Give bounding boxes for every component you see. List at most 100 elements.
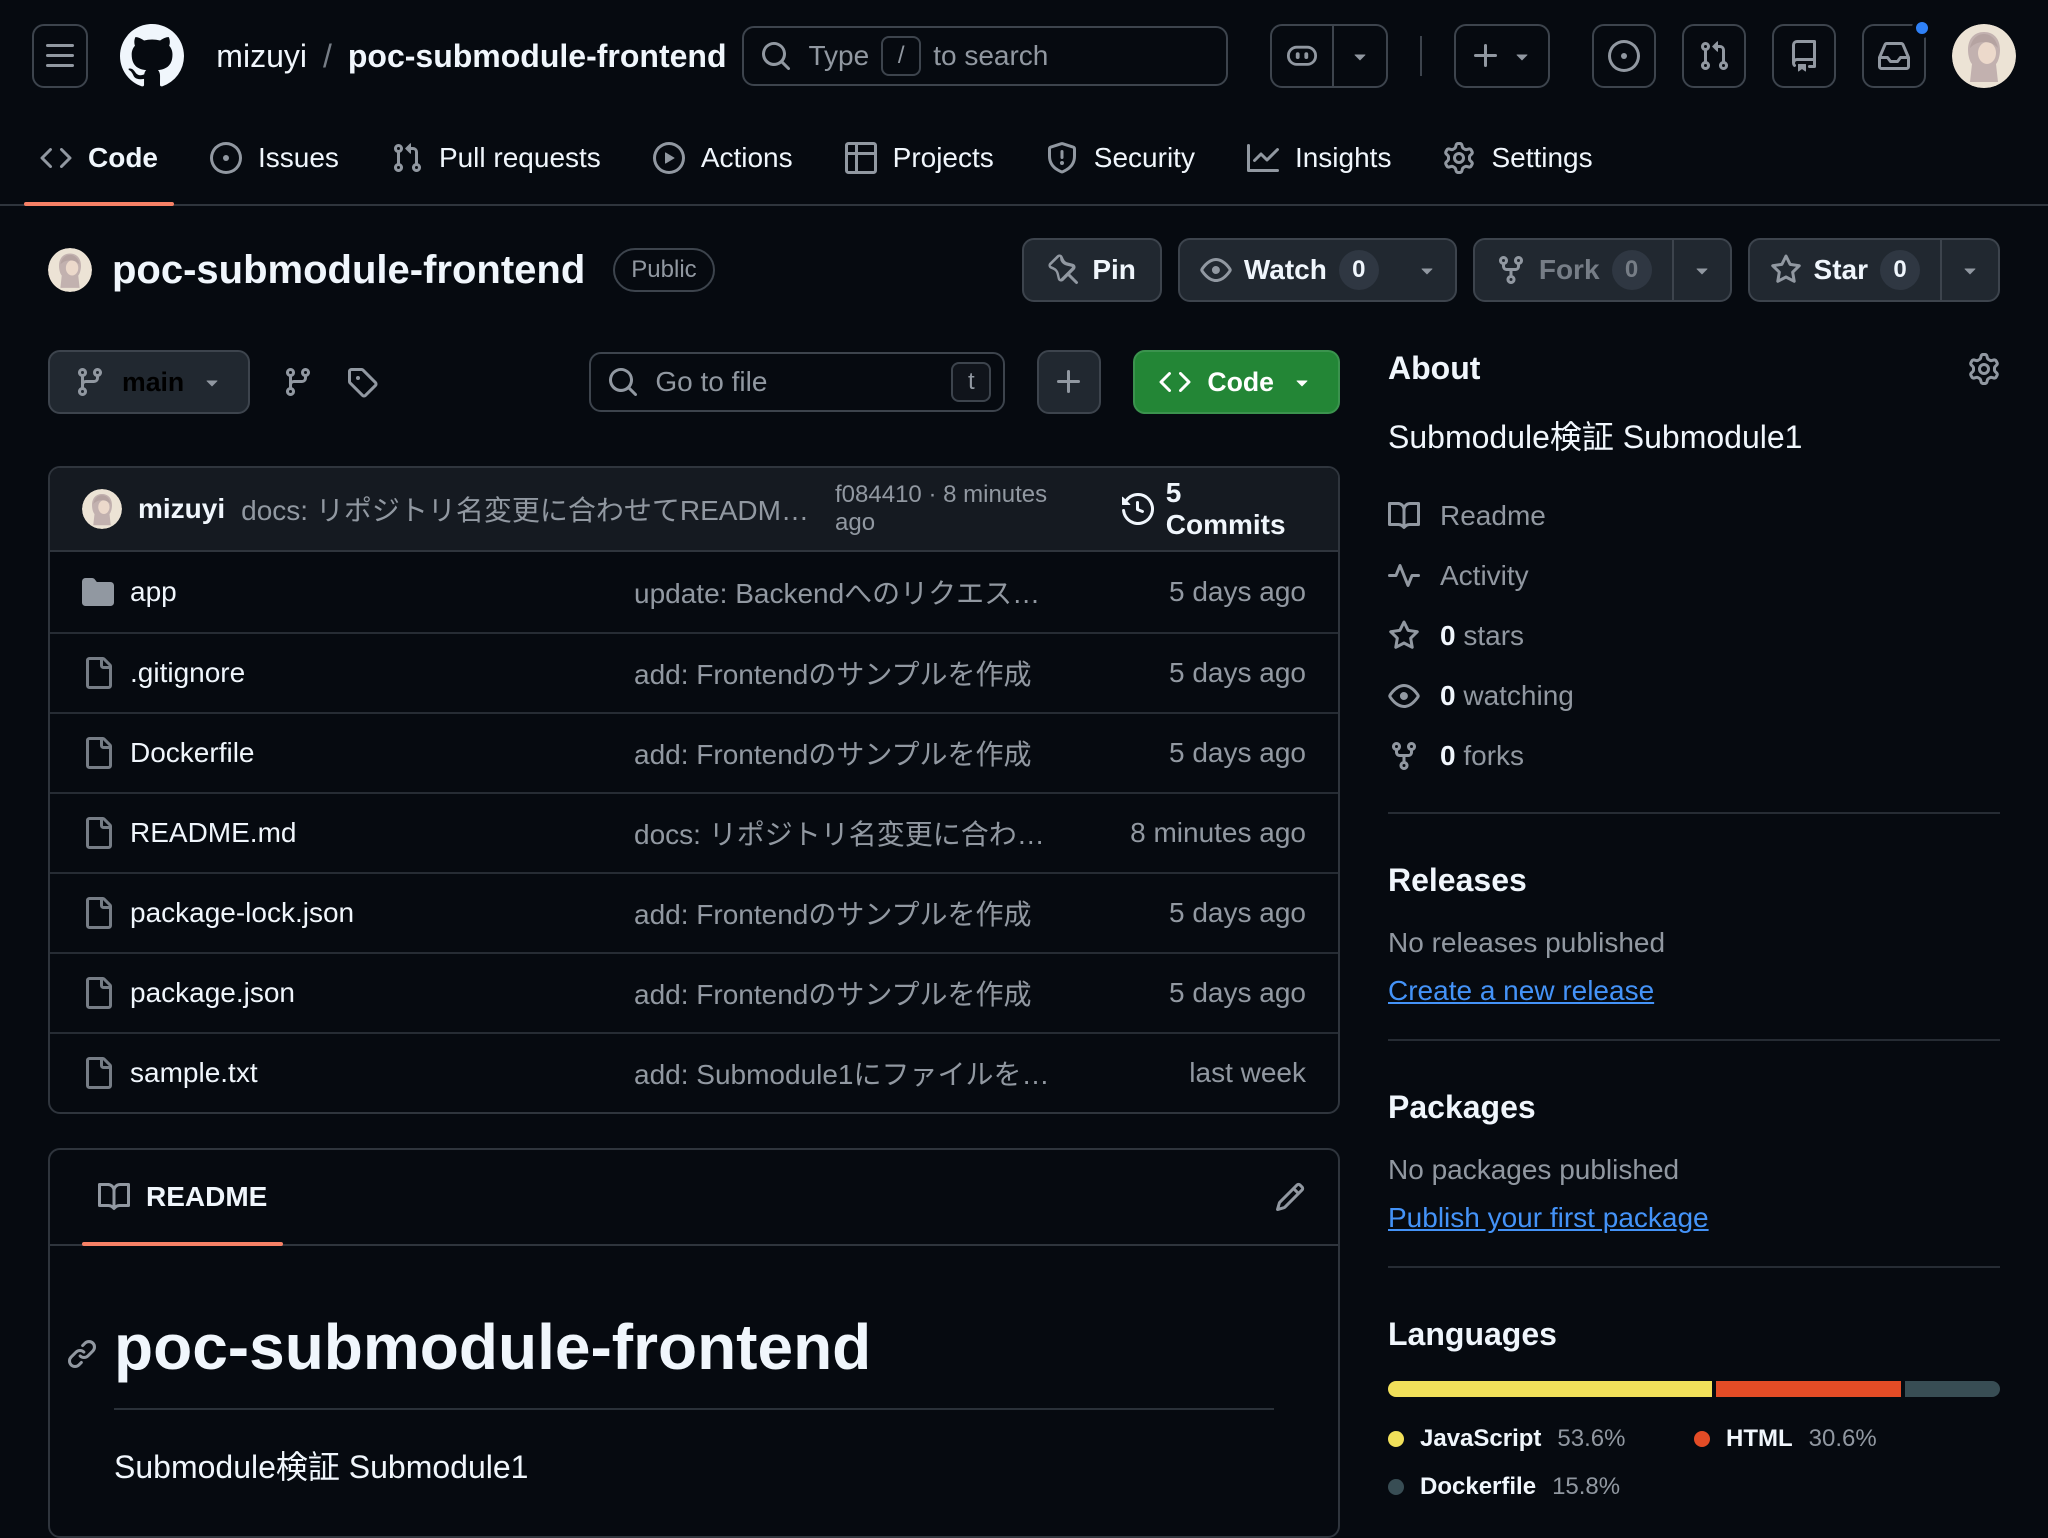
issues-global-button[interactable] bbox=[1592, 24, 1656, 88]
tab-issues[interactable]: Issues bbox=[194, 112, 355, 204]
readme-tab[interactable]: README bbox=[82, 1150, 283, 1244]
book-icon bbox=[98, 1181, 130, 1213]
stars-link[interactable]: 0 stars bbox=[1388, 612, 2000, 660]
file-row[interactable]: README.md docs: リポジトリ名変更に合わせて… 8 minutes… bbox=[50, 792, 1338, 872]
header-divider bbox=[1420, 36, 1422, 76]
create-new-segment[interactable] bbox=[1456, 26, 1548, 86]
repo-description: Submodule検証 Submodule1 bbox=[1388, 415, 2000, 460]
language-item-javascript[interactable]: JavaScript 53.6% bbox=[1388, 1425, 1694, 1453]
hamburger-menu-button[interactable] bbox=[32, 24, 88, 88]
global-search-input[interactable]: Type / to search bbox=[742, 26, 1228, 86]
publish-package-link[interactable]: Publish your first package bbox=[1388, 1202, 1709, 1234]
tab-settings[interactable]: Settings bbox=[1427, 112, 1608, 204]
repositories-global-button[interactable] bbox=[1772, 24, 1836, 88]
pin-icon bbox=[1048, 254, 1080, 286]
tab-projects[interactable]: Projects bbox=[829, 112, 1010, 204]
tab-pull-requests[interactable]: Pull requests bbox=[375, 112, 617, 204]
file-icon bbox=[82, 817, 114, 849]
file-commit-message-link[interactable]: update: Backendへのリクエストの… bbox=[634, 572, 1050, 612]
file-commit-message-link[interactable]: add: Submodule1にファイルを追加 bbox=[634, 1053, 1050, 1093]
commit-message-link[interactable]: docs: リポジトリ名変更に合わせてREADME… bbox=[241, 489, 819, 529]
fork-caret[interactable] bbox=[1672, 240, 1730, 300]
copilot-menu-caret[interactable] bbox=[1332, 26, 1386, 86]
file-commit-message-link[interactable]: add: Frontendのサンプルを作成 bbox=[634, 733, 1050, 773]
breadcrumb-separator: / bbox=[323, 38, 332, 75]
chevron-down-icon bbox=[1290, 370, 1314, 394]
user-avatar[interactable] bbox=[1952, 24, 2016, 88]
languages-title: Languages bbox=[1388, 1316, 2000, 1353]
tags-link[interactable] bbox=[346, 366, 378, 398]
git-pull-request-icon bbox=[1698, 40, 1730, 72]
visibility-badge: Public bbox=[613, 248, 714, 292]
branches-link[interactable] bbox=[282, 366, 314, 398]
commit-sha-time[interactable]: f084410 · 8 minutes ago bbox=[835, 481, 1090, 537]
readme-paragraph: Submodule検証 Submodule1 bbox=[114, 1442, 1274, 1488]
file-name-link[interactable]: package-lock.json bbox=[130, 897, 618, 929]
fork-button-group: Fork 0 bbox=[1473, 238, 1732, 302]
file-name-link[interactable]: package.json bbox=[130, 977, 618, 1009]
activity-link[interactable]: Activity bbox=[1388, 552, 2000, 600]
file-row[interactable]: package-lock.json add: Frontendのサンプルを作成 … bbox=[50, 872, 1338, 952]
about-links: Readme Activity 0 stars 0 watching 0 for… bbox=[1388, 492, 2000, 780]
commit-author-link[interactable]: mizuyi bbox=[138, 493, 225, 525]
repo-owner-avatar[interactable] bbox=[48, 248, 92, 292]
tab-code[interactable]: Code bbox=[24, 112, 174, 204]
tab-security[interactable]: Security bbox=[1030, 112, 1211, 204]
packages-section: Packages No packages published Publish y… bbox=[1388, 1039, 2000, 1234]
file-name-link[interactable]: .gitignore bbox=[130, 657, 618, 689]
readme-link[interactable]: Readme bbox=[1388, 492, 2000, 540]
language-item-html[interactable]: HTML 30.6% bbox=[1694, 1425, 2000, 1453]
watch-button-group: Watch 0 bbox=[1178, 238, 1457, 302]
anchor-link-icon[interactable] bbox=[66, 1338, 98, 1370]
file-commit-date: 5 days ago bbox=[1066, 657, 1306, 689]
file-name-link[interactable]: README.md bbox=[130, 817, 618, 849]
file-commit-message-link[interactable]: add: Frontendのサンプルを作成 bbox=[634, 973, 1050, 1013]
notifications-button[interactable] bbox=[1862, 24, 1926, 88]
graph-icon bbox=[1247, 142, 1279, 174]
commit-author-avatar[interactable] bbox=[82, 489, 122, 529]
tab-actions[interactable]: Actions bbox=[637, 112, 809, 204]
watching-link[interactable]: 0 watching bbox=[1388, 672, 2000, 720]
file-name-link[interactable]: app bbox=[130, 576, 618, 608]
copilot-button[interactable] bbox=[1272, 26, 1332, 86]
file-row[interactable]: app update: Backendへのリクエストの… 5 days ago bbox=[50, 552, 1338, 632]
commit-history-link[interactable]: 5 Commits bbox=[1122, 477, 1306, 541]
github-logo[interactable] bbox=[120, 24, 184, 88]
star-button[interactable]: Star 0 bbox=[1750, 240, 1940, 300]
add-file-button[interactable] bbox=[1037, 350, 1101, 414]
go-to-file-input[interactable]: Go to file t bbox=[589, 352, 1005, 412]
file-name-link[interactable]: Dockerfile bbox=[130, 737, 618, 769]
file-row[interactable]: sample.txt add: Submodule1にファイルを追加 last … bbox=[50, 1032, 1338, 1112]
t-key-hint: t bbox=[951, 362, 991, 402]
repo-content: main Go to file t Code mizuyi docs: リポジト… bbox=[0, 302, 2048, 1538]
file-commit-message-link[interactable]: add: Frontendのサンプルを作成 bbox=[634, 653, 1050, 693]
branch-selector[interactable]: main bbox=[48, 350, 250, 414]
pin-button[interactable]: Pin bbox=[1022, 238, 1162, 302]
file-commit-message-link[interactable]: docs: リポジトリ名変更に合わせて… bbox=[634, 813, 1050, 853]
code-dropdown-button[interactable]: Code bbox=[1133, 350, 1340, 414]
breadcrumb: mizuyi / poc-submodule-frontend bbox=[216, 38, 726, 75]
fork-button[interactable]: Fork 0 bbox=[1475, 240, 1672, 300]
watch-caret[interactable] bbox=[1399, 240, 1455, 300]
latest-commit-bar: mizuyi docs: リポジトリ名変更に合わせてREADME… f08441… bbox=[50, 468, 1338, 552]
commit-meta: f084410 · 8 minutes ago 5 Commits bbox=[835, 477, 1306, 541]
breadcrumb-repo-link[interactable]: poc-submodule-frontend bbox=[348, 38, 727, 75]
file-row[interactable]: package.json add: Frontendのサンプルを作成 5 day… bbox=[50, 952, 1338, 1032]
forks-link[interactable]: 0 forks bbox=[1388, 732, 2000, 780]
languages-section: Languages JavaScript 53.6% HTML 30.6% bbox=[1388, 1266, 2000, 1501]
language-item-dockerfile[interactable]: Dockerfile 15.8% bbox=[1388, 1473, 1694, 1501]
breadcrumb-user-link[interactable]: mizuyi bbox=[216, 38, 307, 75]
pull-requests-global-button[interactable] bbox=[1682, 24, 1746, 88]
tab-insights[interactable]: Insights bbox=[1231, 112, 1408, 204]
watch-button[interactable]: Watch 0 bbox=[1180, 240, 1399, 300]
edit-readme-button[interactable] bbox=[1274, 1181, 1306, 1213]
create-new-button[interactable] bbox=[1454, 24, 1550, 88]
edit-repo-details-button[interactable] bbox=[1968, 353, 2000, 385]
file-row[interactable]: .gitignore add: Frontendのサンプルを作成 5 days … bbox=[50, 632, 1338, 712]
file-commit-message-link[interactable]: add: Frontendのサンプルを作成 bbox=[634, 893, 1050, 933]
create-release-link[interactable]: Create a new release bbox=[1388, 975, 1654, 1007]
repo-name-heading[interactable]: poc-submodule-frontend bbox=[112, 248, 585, 293]
star-caret[interactable] bbox=[1940, 240, 1998, 300]
file-row[interactable]: Dockerfile add: Frontendのサンプルを作成 5 days … bbox=[50, 712, 1338, 792]
file-name-link[interactable]: sample.txt bbox=[130, 1057, 618, 1089]
